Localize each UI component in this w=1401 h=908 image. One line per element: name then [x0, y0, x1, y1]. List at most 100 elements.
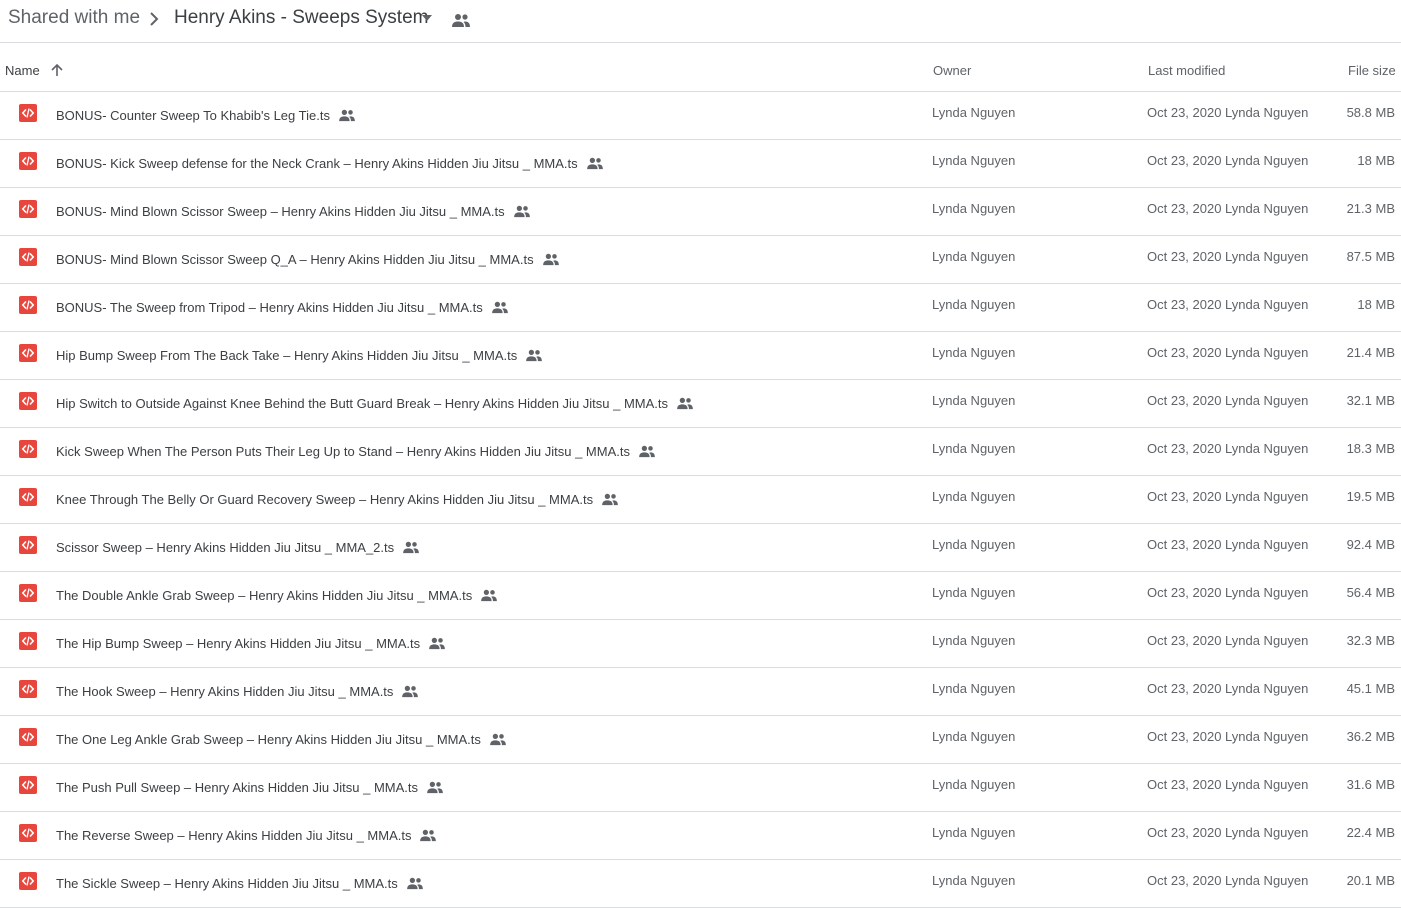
column-header-last-modified[interactable]: Last modified	[1148, 63, 1225, 78]
breadcrumb-current-folder[interactable]: Henry Akins - Sweeps System	[174, 7, 428, 29]
file-name: The One Leg Ankle Grab Sweep – Henry Aki…	[56, 731, 481, 747]
file-name-cell: The Hook Sweep – Henry Akins Hidden Jiu …	[56, 681, 419, 701]
file-row[interactable]: The Push Pull Sweep – Henry Akins Hidden…	[0, 764, 1401, 812]
column-header-row: Name Owner Last modified File size	[0, 43, 1401, 92]
column-header-owner[interactable]: Owner	[933, 63, 971, 78]
file-name: The Hook Sweep – Henry Akins Hidden Jiu …	[56, 683, 394, 699]
file-name-cell: BONUS- Counter Sweep To Khabib's Leg Tie…	[56, 105, 356, 125]
file-size: 45.1 MB	[1346, 681, 1395, 696]
people-icon	[526, 349, 543, 362]
code-file-icon	[19, 296, 37, 314]
file-row[interactable]: BONUS- Mind Blown Scissor Sweep Q_A – He…	[0, 236, 1401, 284]
code-file-icon	[19, 584, 37, 602]
column-header-name[interactable]: Name	[5, 63, 40, 78]
file-modified-date: Oct 23, 2020	[1147, 201, 1222, 216]
file-modified-date: Oct 23, 2020	[1147, 393, 1222, 408]
caret-down-icon[interactable]	[421, 14, 433, 22]
file-name: BONUS- Mind Blown Scissor Sweep Q_A – He…	[56, 251, 534, 267]
breadcrumb-shared-with-me[interactable]: Shared with me	[8, 7, 140, 29]
file-owner: Lynda Nguyen	[932, 201, 1016, 216]
file-row[interactable]: The Hook Sweep – Henry Akins Hidden Jiu …	[0, 668, 1401, 716]
file-modified-date: Oct 23, 2020	[1147, 681, 1222, 696]
file-modified-by: Lynda Nguyen	[1225, 681, 1309, 696]
chevron-right-icon	[150, 12, 159, 26]
file-modified-date: Oct 23, 2020	[1147, 537, 1222, 552]
code-file-icon	[19, 488, 37, 506]
people-icon	[429, 637, 446, 650]
file-row[interactable]: BONUS- Mind Blown Scissor Sweep – Henry …	[0, 188, 1401, 236]
file-name-cell: BONUS- The Sweep from Tripod – Henry Aki…	[56, 297, 509, 317]
file-row[interactable]: BONUS- Counter Sweep To Khabib's Leg Tie…	[0, 92, 1401, 140]
arrow-up-icon[interactable]	[50, 63, 64, 77]
code-file-icon	[19, 824, 37, 842]
file-name: BONUS- Counter Sweep To Khabib's Leg Tie…	[56, 107, 330, 123]
file-name-cell: BONUS- Kick Sweep defense for the Neck C…	[56, 153, 604, 173]
file-owner: Lynda Nguyen	[932, 729, 1016, 744]
code-file-icon	[19, 680, 37, 698]
file-owner: Lynda Nguyen	[932, 297, 1016, 312]
people-icon	[452, 14, 470, 27]
file-row[interactable]: The Reverse Sweep – Henry Akins Hidden J…	[0, 812, 1401, 860]
code-file-icon	[19, 728, 37, 746]
file-size: 92.4 MB	[1346, 537, 1395, 552]
file-name: BONUS- Mind Blown Scissor Sweep – Henry …	[56, 203, 505, 219]
file-row[interactable]: The One Leg Ankle Grab Sweep – Henry Aki…	[0, 716, 1401, 764]
people-icon	[427, 781, 443, 794]
file-row[interactable]: The Hip Bump Sweep – Henry Akins Hidden …	[0, 620, 1401, 668]
file-modified-by: Lynda Nguyen	[1225, 393, 1309, 408]
file-modified-date: Oct 23, 2020	[1147, 345, 1222, 360]
file-list: BONUS- Counter Sweep To Khabib's Leg Tie…	[0, 92, 1401, 908]
breadcrumb: Shared with me Henry Akins - Sweeps Syst…	[0, 0, 1401, 43]
file-name-cell: Hip Switch to Outside Against Knee Behin…	[56, 393, 694, 413]
file-owner: Lynda Nguyen	[932, 249, 1016, 264]
file-name: BONUS- Kick Sweep defense for the Neck C…	[56, 155, 578, 171]
file-row[interactable]: Hip Bump Sweep From The Back Take – Henr…	[0, 332, 1401, 380]
people-icon	[586, 157, 603, 170]
file-row[interactable]: BONUS- Kick Sweep defense for the Neck C…	[0, 140, 1401, 188]
file-modified-date: Oct 23, 2020	[1147, 297, 1222, 312]
file-modified-date: Oct 23, 2020	[1147, 633, 1222, 648]
file-row[interactable]: The Double Ankle Grab Sweep – Henry Akin…	[0, 572, 1401, 620]
file-row[interactable]: Scissor Sweep – Henry Akins Hidden Jiu J…	[0, 524, 1401, 572]
file-size: 18.3 MB	[1346, 441, 1395, 456]
file-name: Hip Bump Sweep From The Back Take – Henr…	[56, 347, 518, 363]
file-modified-date: Oct 23, 2020	[1147, 873, 1222, 888]
file-name-cell: The Push Pull Sweep – Henry Akins Hidden…	[56, 777, 444, 797]
file-name: BONUS- The Sweep from Tripod – Henry Aki…	[56, 299, 483, 315]
file-owner: Lynda Nguyen	[932, 393, 1016, 408]
file-size: 22.4 MB	[1346, 825, 1395, 840]
file-name-cell: Hip Bump Sweep From The Back Take – Henr…	[56, 345, 543, 365]
file-row[interactable]: Kick Sweep When The Person Puts Their Le…	[0, 428, 1401, 476]
file-row[interactable]: Knee Through The Belly Or Guard Recovery…	[0, 476, 1401, 524]
people-icon	[639, 445, 655, 458]
code-file-icon	[19, 200, 37, 218]
file-size: 32.1 MB	[1346, 393, 1395, 408]
file-size: 31.6 MB	[1346, 777, 1395, 792]
file-owner: Lynda Nguyen	[932, 873, 1016, 888]
code-file-icon	[19, 152, 37, 170]
file-size: 58.8 MB	[1346, 105, 1395, 120]
code-file-icon	[19, 104, 37, 122]
file-size: 21.4 MB	[1346, 345, 1395, 360]
file-modified-date: Oct 23, 2020	[1147, 585, 1222, 600]
people-icon	[402, 685, 419, 698]
file-owner: Lynda Nguyen	[932, 585, 1016, 600]
file-row[interactable]: Hip Switch to Outside Against Knee Behin…	[0, 380, 1401, 428]
file-row[interactable]: The Sickle Sweep – Henry Akins Hidden Ji…	[0, 860, 1401, 908]
file-size: 20.1 MB	[1346, 873, 1395, 888]
file-modified-date: Oct 23, 2020	[1147, 777, 1222, 792]
file-modified-by: Lynda Nguyen	[1225, 633, 1309, 648]
file-name: The Double Ankle Grab Sweep – Henry Akin…	[56, 587, 473, 603]
file-row[interactable]: BONUS- The Sweep from Tripod – Henry Aki…	[0, 284, 1401, 332]
column-header-file-size[interactable]: File size	[1348, 63, 1396, 78]
file-name-cell: BONUS- Mind Blown Scissor Sweep – Henry …	[56, 201, 531, 221]
people-icon	[542, 253, 559, 266]
file-name: Knee Through The Belly Or Guard Recovery…	[56, 491, 594, 507]
file-owner: Lynda Nguyen	[932, 345, 1016, 360]
file-name-cell: The Reverse Sweep – Henry Akins Hidden J…	[56, 825, 437, 845]
file-modified-date: Oct 23, 2020	[1147, 489, 1222, 504]
file-name-cell: The Hip Bump Sweep – Henry Akins Hidden …	[56, 633, 446, 653]
people-icon	[339, 109, 355, 122]
file-modified-by: Lynda Nguyen	[1225, 105, 1309, 120]
file-modified-by: Lynda Nguyen	[1225, 777, 1309, 792]
